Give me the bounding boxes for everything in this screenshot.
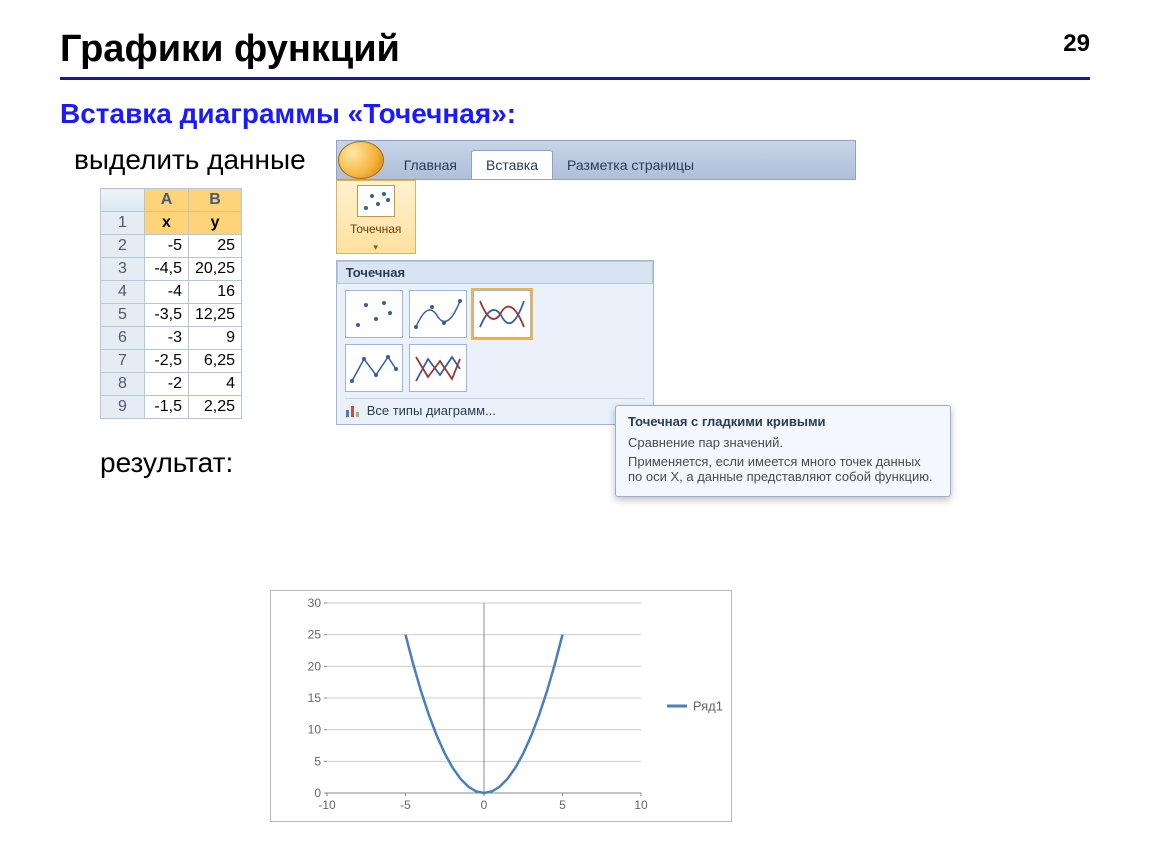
tooltip: Точечная с гладкими кривыми Сравнение па… [615,405,951,497]
svg-text:25: 25 [308,628,322,642]
scatter-smooth-option[interactable] [473,290,531,338]
result-chart: 051015202530-10-50510 Ряд1 [270,590,732,822]
chart-icon [345,404,361,418]
page-number: 29 [1063,30,1090,58]
table-row: 2-525 [101,235,242,258]
svg-text:5: 5 [314,754,321,768]
all-types-label: Все типы диаграмм... [367,403,496,418]
table-row: 6-39 [101,327,242,350]
chunk-label: Точечная [337,220,415,242]
header-cell-y[interactable]: y [189,212,242,235]
scatter-smooth-markers-option[interactable] [409,290,467,338]
table-row: 7-2,56,25 [101,350,242,373]
table-row: 8-24 [101,373,242,396]
col-header-b[interactable]: B [189,189,242,212]
scatter-markers-option[interactable] [345,290,403,338]
scatter-lines-markers-option[interactable] [345,344,403,392]
header-cell-x[interactable]: x [145,212,189,235]
legend-label: Ряд1 [693,699,723,714]
scatter-lines-option[interactable] [409,344,467,392]
tab-insert[interactable]: Вставка [471,150,553,179]
row-header[interactable]: 1 [101,212,145,235]
step1-label: выделить данные [74,144,306,176]
svg-text:10: 10 [308,723,322,737]
tab-page-layout[interactable]: Разметка страницы [553,151,708,179]
ribbon-tabs: Главная Вставка Разметка страницы [336,140,856,180]
subtitle: Вставка диаграммы «Точечная»: [60,98,1090,130]
table-row: 9-1,52,25 [101,396,242,419]
svg-text:0: 0 [481,798,488,812]
scatter-icon [357,185,395,217]
svg-text:-10: -10 [318,798,336,812]
office-button[interactable] [338,141,384,179]
svg-text:15: 15 [308,691,322,705]
legend-swatch [667,705,687,708]
tooltip-line: Применяется, если имеется много точек да… [628,454,938,484]
tab-home[interactable]: Главная [390,151,471,179]
page-title: Графики функций [60,28,1090,71]
spreadsheet[interactable]: A B 1 x y 2-525 3-4,520,25 4-416 5-3,512… [100,188,242,419]
tooltip-line: Сравнение пар значений. [628,435,938,450]
gallery-title: Точечная [337,261,653,284]
svg-text:20: 20 [308,659,322,673]
table-row: 5-3,512,25 [101,304,242,327]
svg-text:10: 10 [634,798,648,812]
tooltip-title: Точечная с гладкими кривыми [628,414,938,429]
chart-legend: Ряд1 [667,699,723,714]
svg-text:30: 30 [308,596,322,610]
table-row: 3-4,520,25 [101,258,242,281]
all-chart-types-link[interactable]: Все типы диаграмм... [345,398,645,422]
svg-text:5: 5 [559,798,566,812]
scatter-chunk-button[interactable]: Точечная ▾ [336,180,416,254]
scatter-gallery: Точечная [336,260,654,425]
title-rule [60,77,1090,80]
chevron-down-icon: ▾ [337,242,415,253]
select-all-corner[interactable] [101,189,145,212]
svg-text:-5: -5 [400,798,411,812]
table-row: 4-416 [101,281,242,304]
col-header-a[interactable]: A [145,189,189,212]
